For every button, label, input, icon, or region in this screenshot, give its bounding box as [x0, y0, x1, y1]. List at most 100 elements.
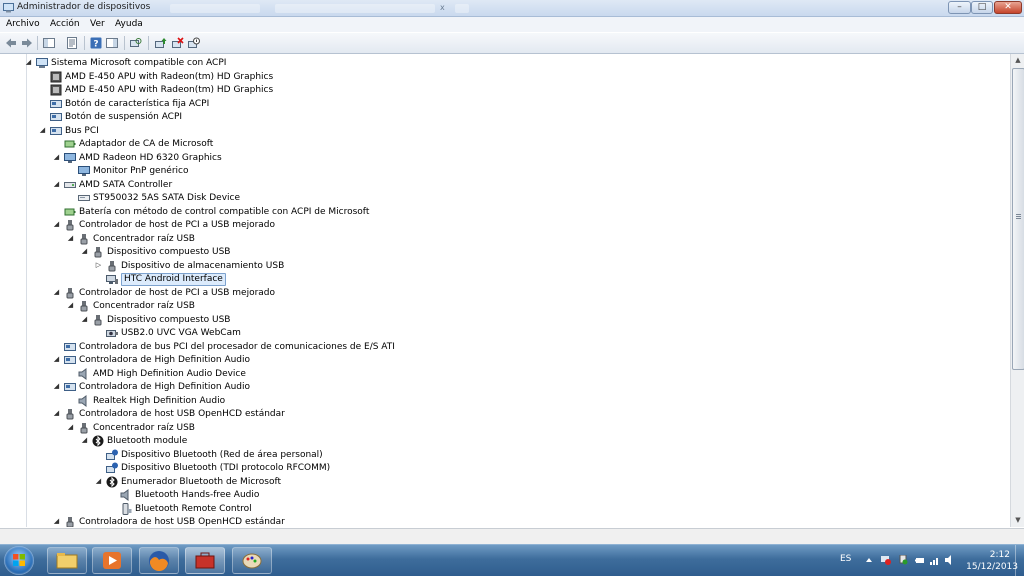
tree-item-label[interactable]: Botón de suspensión ACPI [65, 111, 182, 124]
scroll-down-arrow-icon[interactable]: ▼ [1012, 514, 1024, 527]
taskbar-button[interactable] [232, 547, 272, 574]
collapse-arrow-icon[interactable]: ◢ [66, 234, 75, 243]
collapse-arrow-icon[interactable]: ◢ [66, 423, 75, 432]
tree-item-label[interactable]: Bus PCI [65, 125, 99, 138]
volume-icon[interactable] [945, 555, 955, 565]
help-icon[interactable]: ? [90, 37, 102, 49]
scroll-up-arrow-icon[interactable]: ▲ [1012, 54, 1024, 67]
collapse-arrow-icon[interactable]: ◢ [38, 126, 47, 135]
collapse-arrow-icon[interactable]: ◢ [52, 355, 61, 364]
collapse-arrow-icon[interactable]: ◢ [52, 382, 61, 391]
collapse-arrow-icon[interactable]: ◢ [52, 517, 61, 526]
tree-item-label[interactable]: Bluetooth module [107, 435, 187, 448]
action-pane-icon[interactable] [106, 37, 118, 49]
properties-icon[interactable] [66, 37, 78, 49]
menu-accion[interactable]: Acción [50, 19, 80, 29]
taskbar-button[interactable] [92, 547, 132, 574]
show-hide-console-tree-icon[interactable] [43, 37, 55, 49]
back-arrow-icon[interactable] [5, 37, 17, 49]
background-window-tab [170, 4, 260, 13]
tree-item-label[interactable]: AMD Radeon HD 6320 Graphics [79, 152, 222, 165]
tree-item-label[interactable]: Controladora de High Definition Audio [79, 354, 250, 367]
tree-item-label[interactable]: Concentrador raíz USB [93, 233, 195, 246]
maximize-button[interactable]: □ [971, 1, 993, 14]
tree-item-label[interactable]: USB2.0 UVC VGA WebCam [121, 327, 241, 340]
taskbar-button[interactable] [185, 547, 225, 574]
tree-item-label[interactable]: Realtek High Definition Audio [93, 395, 225, 408]
forward-arrow-icon[interactable] [21, 37, 33, 49]
clock-date[interactable]: 15/12/2013 [966, 562, 1018, 572]
tree-item-label[interactable]: Controladora de High Definition Audio [79, 381, 250, 394]
paint-icon [242, 553, 262, 569]
collapse-arrow-icon[interactable]: ◢ [52, 180, 61, 189]
clock-time[interactable]: 2:12 [990, 550, 1010, 560]
expand-arrow-icon[interactable]: ▷ [94, 261, 103, 270]
taskbar-button[interactable] [47, 547, 87, 574]
tree-item-label[interactable]: Botón de característica fija ACPI [65, 98, 209, 111]
tree-item-label[interactable]: Controladora de bus PCI del procesador d… [79, 341, 395, 354]
tree-item-label[interactable]: ST950032 5AS SATA Disk Device [93, 192, 240, 205]
webcam-icon [106, 330, 118, 337]
collapse-arrow-icon[interactable]: ◢ [52, 409, 61, 418]
menu-ayuda[interactable]: Ayuda [115, 19, 143, 29]
collapse-arrow-icon[interactable]: ◢ [52, 153, 61, 162]
background-window-tab [455, 4, 469, 13]
vertical-scrollbar[interactable]: ▲ ▼ [1010, 54, 1024, 527]
disable-device-icon[interactable] [188, 37, 200, 49]
tree-item-label[interactable]: AMD SATA Controller [79, 179, 172, 192]
system-device-icon [64, 383, 76, 391]
collapse-arrow-icon[interactable]: ◢ [80, 315, 89, 324]
close-button[interactable]: ✕ [994, 1, 1022, 14]
tree-item-label[interactable]: Adaptador de CA de Microsoft [79, 138, 213, 151]
tree-item-label[interactable]: AMD High Definition Audio Device [93, 368, 246, 381]
system-device-icon [64, 342, 76, 351]
tree-item-label[interactable]: Bluetooth Remote Control [135, 503, 252, 516]
tree-item-label[interactable]: Dispositivo compuesto USB [107, 314, 231, 327]
tree-item-label[interactable]: Concentrador raíz USB [93, 422, 195, 435]
bluetooth-device-icon [106, 449, 118, 460]
power-icon[interactable] [915, 555, 925, 565]
tree-item-label[interactable]: Dispositivo de almacenamiento USB [121, 260, 284, 273]
tree-item-label[interactable]: Concentrador raíz USB [93, 300, 195, 313]
start-button[interactable] [4, 546, 34, 575]
collapse-arrow-icon[interactable]: ◢ [52, 220, 61, 229]
wifi-signal-icon[interactable] [930, 555, 940, 565]
tree-item-label[interactable]: AMD E-450 APU with Radeon(tm) HD Graphic… [65, 84, 273, 97]
tree-item-label[interactable]: Sistema Microsoft compatible con ACPI [51, 57, 226, 70]
show-desktop-button[interactable] [1015, 545, 1024, 576]
collapse-arrow-icon[interactable]: ◢ [80, 247, 89, 256]
tree-item-label[interactable]: Controlador de host de PCI a USB mejorad… [79, 287, 275, 300]
tree-item-label[interactable]: Controladora de host USB OpenHCD estánda… [79, 408, 285, 421]
tree-item-label[interactable]: Dispositivo Bluetooth (TDI protocolo RFC… [121, 462, 330, 475]
scrollbar-thumb[interactable] [1012, 68, 1024, 370]
tree-item-label-selected[interactable]: HTC Android Interface [121, 273, 226, 286]
taskbar-button[interactable] [139, 547, 179, 574]
scan-hardware-changes-icon[interactable] [130, 37, 142, 49]
collapse-arrow-icon[interactable]: ◢ [52, 288, 61, 297]
show-hidden-icons-icon[interactable] [864, 555, 874, 565]
language-indicator[interactable]: ES [840, 554, 851, 564]
menu-ver[interactable]: Ver [90, 19, 105, 29]
safely-remove-hardware-icon[interactable] [898, 555, 908, 565]
minimize-button[interactable]: – [948, 1, 971, 14]
tree-item-label[interactable]: Enumerador Bluetooth de Microsoft [121, 476, 281, 489]
tree-item-label[interactable]: AMD E-450 APU with Radeon(tm) HD Graphic… [65, 71, 273, 84]
uninstall-icon[interactable] [172, 37, 184, 49]
thumb-grip [1016, 218, 1021, 219]
collapse-arrow-icon[interactable]: ◢ [66, 301, 75, 310]
collapse-arrow-icon[interactable]: ◢ [24, 58, 33, 67]
tree-item-label[interactable]: Monitor PnP genérico [93, 165, 188, 178]
tree-item-label[interactable]: Bluetooth Hands-free Audio [135, 489, 259, 502]
tree-item-label[interactable]: Dispositivo Bluetooth (Red de área perso… [121, 449, 323, 462]
network-error-icon[interactable] [881, 555, 891, 565]
tree-item-label[interactable]: Dispositivo compuesto USB [107, 246, 231, 259]
device-tree[interactable]: ◢ Sistema Microsoft compatible con ACPI AM… [0, 54, 1010, 527]
update-driver-icon[interactable] [155, 37, 167, 49]
collapse-arrow-icon[interactable]: ◢ [80, 436, 89, 445]
toolbar-separator [124, 36, 125, 50]
tree-item-label[interactable]: Batería con método de control compatible… [79, 206, 369, 219]
tree-item-label[interactable]: Controladora de host USB OpenHCD estánda… [79, 516, 285, 527]
collapse-arrow-icon[interactable]: ◢ [94, 477, 103, 486]
menu-archivo[interactable]: Archivo [6, 19, 40, 29]
tree-item-label[interactable]: Controlador de host de PCI a USB mejorad… [79, 219, 275, 232]
